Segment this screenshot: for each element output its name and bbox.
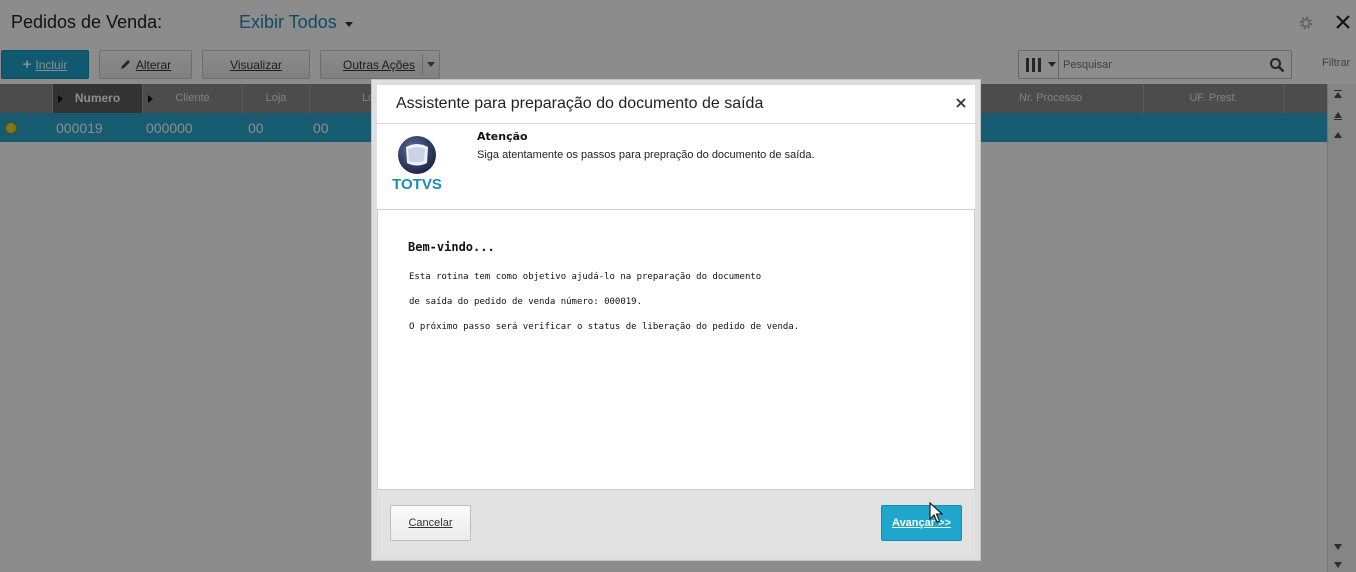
next-button[interactable]: Avançar >> [881, 505, 962, 541]
dialog-header: Assistente para preparação do documento … [377, 85, 975, 124]
welcome-heading: Bem-vindo... [408, 240, 495, 254]
dialog-banner: TOTVS Atenção Siga atentamente os passos… [377, 124, 975, 209]
logo-text: TOTVS [392, 176, 442, 193]
banner-title: Atenção [477, 130, 528, 143]
body-paragraph: Esta rotina tem como objetivo ajudá-lo n… [409, 272, 762, 282]
mouse-cursor-icon [929, 502, 943, 523]
cancel-label: Cancelar [408, 517, 453, 529]
totvs-logo: TOTVS [392, 136, 442, 193]
dialog-title: Assistente para preparação do documento … [396, 95, 764, 112]
wizard-dialog: Assistente para preparação do documento … [371, 79, 981, 561]
cancel-button[interactable]: Cancelar [390, 505, 471, 541]
dialog-footer: Cancelar Avançar >> [377, 490, 975, 556]
dialog-body: Bem-vindo... Esta rotina tem como objeti… [377, 209, 975, 490]
body-paragraph: de saída do pedido de venda número: 0000… [409, 297, 642, 307]
body-paragraph: O próximo passo será verificar o status … [409, 322, 800, 332]
close-icon[interactable] [955, 97, 967, 109]
banner-subtitle: Siga atentamente os passos para prepraçã… [477, 149, 815, 161]
